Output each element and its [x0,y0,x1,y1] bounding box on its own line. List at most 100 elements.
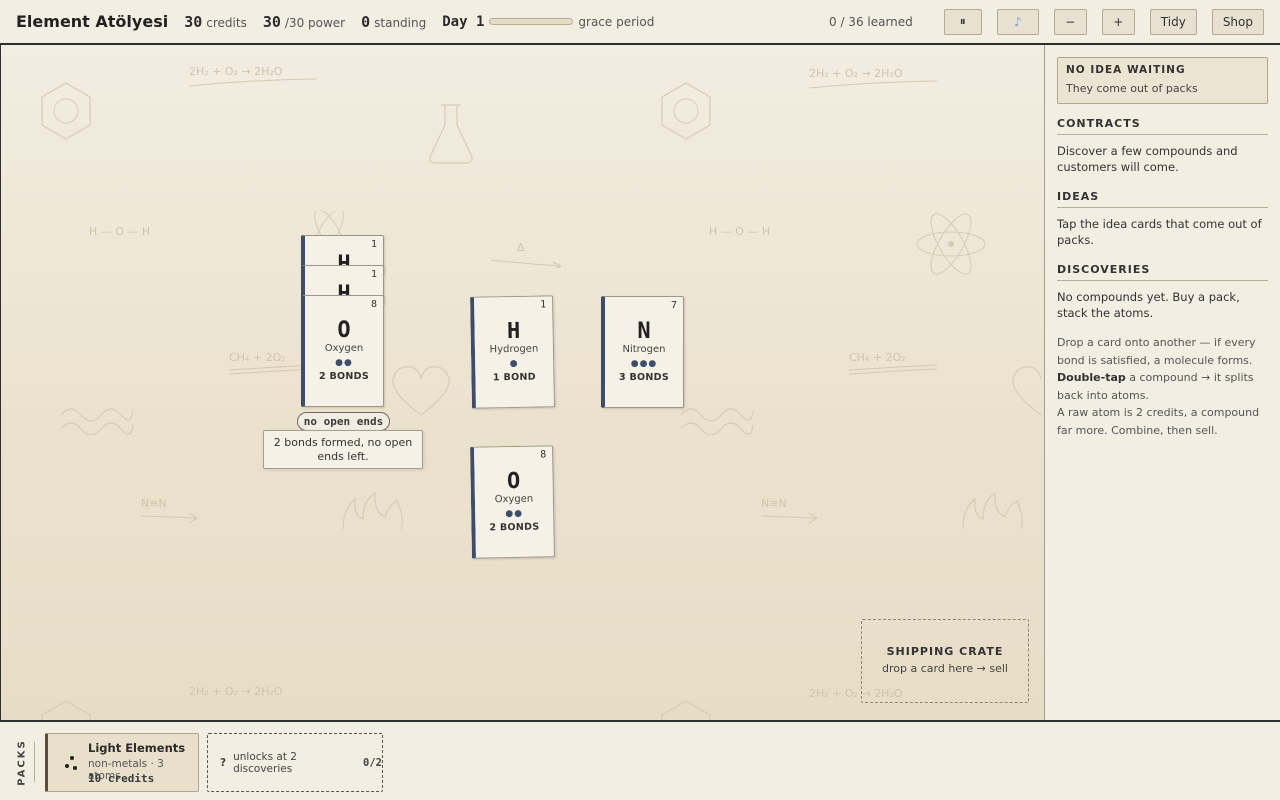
zoom-out-button[interactable]: − [1053,8,1087,35]
nitrogen-doodle: N≡N [141,497,201,524]
atom-icon [913,211,989,277]
atomic-number: 7 [670,300,677,311]
packs-label-text: PACKS [16,738,28,786]
credits-value: 30 [184,12,203,31]
ideas-heading: IDEAS [1057,190,1268,208]
atomic-number: 8 [370,299,377,310]
pause-button[interactable]: ⏸ [943,8,982,35]
valence-dots: ●●● [630,359,658,369]
shipping-crate-dropzone[interactable]: SHIPPING CRATE drop a card here → sell [861,619,1029,703]
credits-label: credits [206,15,247,30]
element-card-oxygen[interactable]: 8 O Oxygen ●● 2 BONDS [470,445,555,559]
day-progress-bar [489,18,574,25]
stack-status-pill: no open ends [297,412,390,431]
element-name: Nitrogen [622,344,666,355]
equation-doodle-2: 2H₂ + O₂ → 2H₂O [809,67,939,90]
packs-bar: PACKS Light Elements non-metals · 3 atom… [0,720,1280,800]
delta-text: Δ [517,241,525,254]
water-doodle-2: H — O — H [709,225,770,238]
valence-dots: ● [509,358,519,370]
element-name: Oxygen [494,493,534,506]
wave-doodle-2 [679,401,755,435]
day-label: Day 1 [442,13,485,30]
tidy-button[interactable]: Tidy [1149,8,1197,35]
power-stat: 30 /30 power [263,13,345,31]
atomic-number: 1 [370,269,377,280]
discoveries-text: No compounds yet. Buy a pack, stack the … [1057,290,1240,320]
element-card-hydrogen[interactable]: 1 H Hydrogen ● 1 BOND [470,295,555,409]
underline-stroke [189,78,318,87]
help-line-2-bold: Double-tap [1057,371,1126,384]
power-value: 30 [262,12,281,31]
idea-status-title: NO IDEA WAITING [1066,64,1186,76]
ideas-section: IDEAS Tap the idea cards that come out o… [1057,190,1268,248]
bond-count: 1 BOND [492,371,536,384]
atomic-number: 8 [540,449,547,461]
bond-count: 2 BONDS [318,371,369,382]
zoom-in-button[interactable]: + [1101,8,1135,35]
plus-icon: + [1113,14,1124,29]
atomic-number: 1 [540,299,547,311]
learned-count: 0 / 36 learned [829,14,913,29]
contracts-heading: CONTRACTS [1057,117,1268,135]
methane-text: CH₄ + 2O₂ [229,351,286,364]
music-icon: ♪ [1013,14,1022,29]
equation-doodle: 2H₂ + O₂ → 2H₂O [189,65,319,88]
element-symbol: O [506,468,521,495]
flask-icon [427,103,475,165]
help-line-1: Drop a card onto another — if every bond… [1057,336,1256,367]
stack-tooltip: 2 bonds formed, no open ends left. [263,430,423,469]
flame-doodle-2 [959,489,1029,533]
pack-light-elements[interactable]: Light Elements non-metals · 3 atoms 10 c… [45,733,199,792]
locked-pack-slot: ? unlocks at 2 discoveries 0/2 [207,733,383,792]
element-card-oxygen-stack-top[interactable]: 8 O Oxygen ●● 2 BONDS [301,295,384,407]
equation-text-2: 2H₂ + O₂ → 2H₂O [809,67,903,80]
help-line-3: A raw atom is 2 credits, a compound far … [1057,406,1260,437]
unlock-progress: 0/2 [363,756,382,769]
bond-count: 3 BONDS [618,372,669,383]
workbench-board[interactable]: 2H₂ + O₂ → 2H₂O 2H₂ + O₂ → 2H₂O 2H₂ + O₂… [0,45,1045,720]
methane-doodle-2: CH₄ + 2O₂ [849,351,939,376]
day-indicator: Day 1 grace period [442,14,654,30]
discoveries-section: DISCOVERIES No compounds yet. Buy a pack… [1057,263,1268,321]
valence-dots: ●● [505,508,524,520]
question-icon: ? [220,756,227,769]
standing-label: standing [374,15,427,30]
shop-button[interactable]: Shop [1211,8,1264,35]
idea-status-box: NO IDEA WAITING They come out of packs [1057,57,1268,104]
benzene-icon [39,81,93,141]
standing-value: 0 [361,12,371,31]
nitrogen-doodle-text-2: N≡N [761,497,787,510]
music-button[interactable]: ♪ [996,8,1039,35]
credits-stat: 30 credits [184,13,247,31]
day-status: grace period [578,14,655,29]
app-title: Element Atölyesi [16,12,169,31]
top-bar: Element Atölyesi 30 credits 30 /30 power… [0,0,1280,45]
equation-text-3: 2H₂ + O₂ → 2H₂O [189,685,283,698]
discoveries-heading: DISCOVERIES [1057,263,1268,281]
element-symbol: O [337,318,351,343]
atomic-number: 1 [370,239,377,250]
pack-cost: 10 credits [88,772,155,785]
heart-icon-2 [1009,363,1044,419]
element-name: Hydrogen [489,343,539,356]
element-symbol: N [637,319,651,344]
contracts-text: Discover a few compounds and customers w… [1057,144,1238,174]
pause-icon: ⏸ [959,14,966,28]
element-name: Oxygen [324,343,364,354]
equation-text: 2H₂ + O₂ → 2H₂O [189,65,283,78]
minus-icon: − [1065,14,1076,29]
packs-label: PACKS [10,738,35,786]
element-symbol: H [506,318,521,345]
benzene-icon-2 [659,81,713,141]
ideas-text: Tap the idea cards that come out of pack… [1057,217,1262,247]
unlock-requirement: unlocks at 2 discoveries [233,750,297,775]
power-label: /30 power [284,15,346,30]
nitrogen-doodle-text: N≡N [141,497,167,510]
element-card-nitrogen[interactable]: 7 N Nitrogen ●●● 3 BONDS [601,296,684,408]
valence-dots: ●● [335,358,353,368]
water-doodle: H — O — H [89,225,150,238]
wave-doodle [59,401,135,435]
contracts-section: CONTRACTS Discover a few compounds and c… [1057,117,1268,175]
crate-subtitle: drop a card here → sell [882,662,1008,675]
